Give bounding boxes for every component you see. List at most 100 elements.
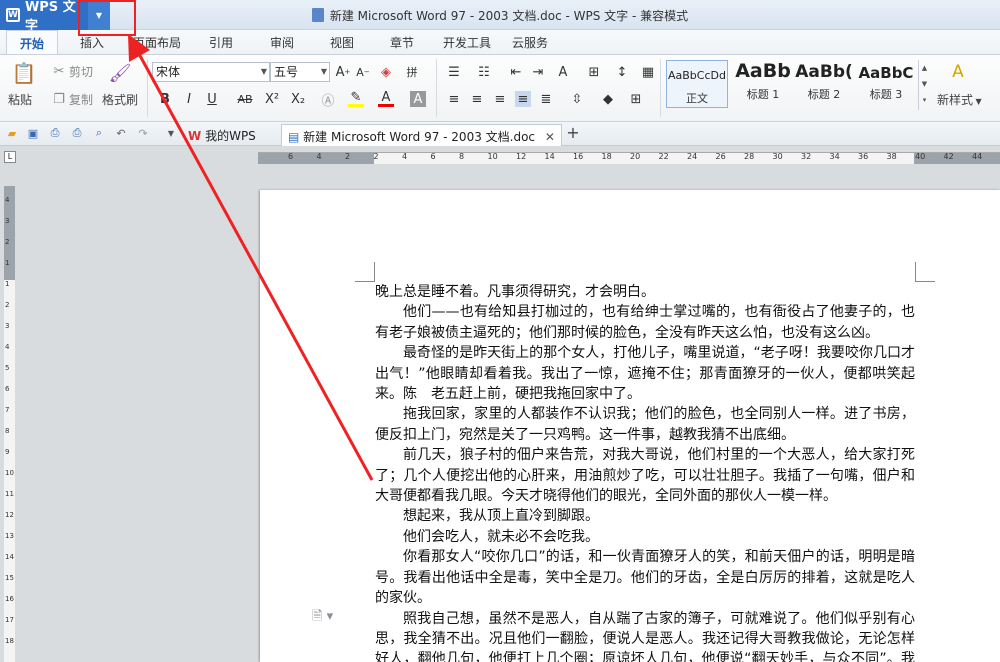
paste-icon[interactable]: 📋 xyxy=(12,61,37,85)
ruler-number: 13 xyxy=(5,532,14,540)
shrink-font-icon[interactable]: A − xyxy=(355,64,371,80)
chevron-down-icon: ▼ xyxy=(260,67,267,76)
pinyin-guide-icon[interactable]: 拼 xyxy=(404,64,420,80)
paragraph[interactable]: 你看那女人“咬你几口”的话，和一伙青面獠牙人的笑，和前天佃户的话，明明是暗号。我… xyxy=(375,547,915,608)
font-size-select[interactable]: 五号 ▼ xyxy=(270,62,330,82)
ruler-number: 18 xyxy=(601,152,612,161)
new-tab-icon[interactable]: + xyxy=(566,123,580,142)
window-title: 新建 Microsoft Word 97 - 2003 文档.doc - WPS… xyxy=(0,7,1000,24)
new-style-label: 新样式 xyxy=(937,93,974,107)
save-icon[interactable]: ▣ xyxy=(26,126,40,140)
redo-icon[interactable]: ↷ xyxy=(136,126,150,140)
more-icon[interactable]: ▾ xyxy=(919,92,930,108)
close-icon[interactable]: ✕ xyxy=(545,130,555,144)
shading-icon[interactable]: ◆ xyxy=(600,91,616,107)
tab-document[interactable]: ▤ 新建 Microsoft Word 97 - 2003 文档.doc ✕ xyxy=(281,124,562,146)
tab-stop-selector[interactable]: L xyxy=(4,151,16,163)
vertical-ruler[interactable]: 4 3 2 1 1 2 3 4 5 6 7 8 9 10 11 12 13 14 15 16 17 18 xyxy=(4,186,15,662)
tab-home[interactable]: 开始 xyxy=(6,30,59,55)
customize-qat-icon[interactable]: ▼ xyxy=(164,126,178,140)
strikethrough-icon[interactable]: AB xyxy=(234,91,256,107)
justify-icon[interactable]: ≡ xyxy=(515,91,531,107)
ruler-number: 15 xyxy=(5,574,14,582)
superscript-icon[interactable]: X² xyxy=(264,91,280,107)
asian-layout-icon[interactable]: A xyxy=(555,64,571,80)
font-color-icon[interactable]: A xyxy=(378,90,394,107)
horizontal-ruler[interactable]: 6 4 2 2 4 6 8 10 12 14 16 18 20 22 24 26 28 30 32 34 36 38 40 4… xyxy=(258,152,1000,164)
print-preview-icon[interactable]: ⌕ xyxy=(92,126,106,140)
paragraph-spacing-icon[interactable]: ⇳ xyxy=(569,91,585,107)
paragraph[interactable]: 前几天，狼子村的佃户来告荒，对我大哥说，他们村里的一个大恶人，给大家打死了；几个… xyxy=(375,445,915,506)
new-style-icon[interactable]: A xyxy=(947,61,969,83)
tab-page-layout[interactable]: 页面布局 xyxy=(133,34,181,51)
subscript-icon[interactable]: X₂ xyxy=(290,91,306,107)
increase-indent-icon[interactable]: ⇥ xyxy=(530,64,546,80)
tab-my-wps[interactable]: W 我的WPS xyxy=(182,124,262,146)
distribute-icon[interactable]: ≣ xyxy=(538,91,554,107)
style-normal[interactable]: AaBbCcDd 正文 xyxy=(666,60,728,108)
new-style-button[interactable]: 新样式 ▼ xyxy=(937,91,982,108)
line-spacing-icon[interactable]: ↕ xyxy=(614,64,630,80)
align-left-icon[interactable]: ≡ xyxy=(446,91,462,107)
style-heading-3[interactable]: AaBbC 标题 3 xyxy=(855,60,917,108)
tab-view[interactable]: 视图 xyxy=(330,34,354,51)
tab-developer[interactable]: 开发工具 xyxy=(443,34,491,51)
ruler-number: 44 xyxy=(972,152,983,161)
text-effect-icon[interactable]: Ⓐ xyxy=(320,91,336,109)
paragraph[interactable]: 他们——也有给知县打枷过的，也有给绅士掌过嘴的，也有衙役占了他妻子的，也有老子娘… xyxy=(375,302,915,343)
italic-icon[interactable]: I xyxy=(181,91,197,107)
format-painter-icon[interactable]: 🖌 xyxy=(108,61,132,85)
chevron-down-icon[interactable]: ▼ xyxy=(919,76,930,92)
paragraph[interactable]: 最奇怪的是昨天街上的那个女人，打他儿子，嘴里说道，“老子呀！我要咬你几口才出气！… xyxy=(375,343,915,404)
clear-format-icon[interactable]: ◈ xyxy=(378,64,394,80)
open-icon[interactable]: ▰ xyxy=(5,126,19,140)
ruler-number: 2 xyxy=(373,152,379,161)
style-gallery-scroll[interactable]: ▲ ▼ ▾ xyxy=(918,60,930,110)
align-center-icon[interactable]: ≡ xyxy=(469,91,485,107)
font-name-select[interactable]: 宋体 ▼ xyxy=(152,62,270,82)
copy-button[interactable]: 复制 xyxy=(69,91,93,108)
tab-cloud[interactable]: 云服务 xyxy=(512,34,548,51)
show-marks-icon[interactable]: ⊞ xyxy=(586,64,602,80)
style-name: 正文 xyxy=(686,92,708,105)
numbering-icon[interactable]: ☷ xyxy=(476,64,492,80)
tab-references[interactable]: 引用 xyxy=(209,34,233,51)
char-shading-icon[interactable]: A xyxy=(410,91,426,107)
paragraph[interactable]: 想起来，我从顶上直冷到脚跟。 xyxy=(375,506,915,526)
title-bar: W WPS 文字 ▼ 新建 Microsoft Word 97 - 2003 文… xyxy=(0,0,1000,34)
undo-icon[interactable]: ↶ xyxy=(114,126,128,140)
paragraph[interactable]: 照我自己想，虽然不是恶人，自从踹了古家的簿子，可就难说了。他们似乎别有心思，我全… xyxy=(375,609,915,662)
underline-icon[interactable]: U xyxy=(204,91,220,107)
table-icon[interactable]: ▦ xyxy=(640,64,656,80)
style-heading-2[interactable]: AaBb( 标题 2 xyxy=(794,60,854,108)
export-pdf-icon[interactable]: ⎙ xyxy=(48,126,62,140)
document-page[interactable]: 晚上总是睡不着。凡事须得研究，才会明白。 他们——也有给知县打枷过的，也有给绅士掌… xyxy=(260,190,1000,662)
tab-insert[interactable]: 插入 xyxy=(80,34,104,51)
ruler-number: 24 xyxy=(687,152,698,161)
document-body[interactable]: 晚上总是睡不着。凡事须得研究，才会明白。 他们——也有给知县打枷过的，也有给绅士掌… xyxy=(375,282,915,662)
style-heading-1[interactable]: AaBb 标题 1 xyxy=(732,60,794,108)
ruler-number: 6 xyxy=(5,385,10,393)
grow-font-icon[interactable]: A + xyxy=(335,64,351,80)
borders-icon[interactable]: ⊞ xyxy=(628,91,644,107)
decrease-indent-icon[interactable]: ⇤ xyxy=(508,64,524,80)
ruler-number: 2 xyxy=(345,152,351,161)
format-painter-button[interactable]: 格式刷 xyxy=(102,91,138,108)
cut-button[interactable]: 剪切 xyxy=(69,63,93,80)
ruler-number: 2 xyxy=(5,238,10,246)
bullets-icon[interactable]: ☰ xyxy=(446,64,462,80)
paragraph[interactable]: 拖我回家，家里的人都装作不认识我；他们的脸色，也全同别人一样。进了书房，便反扣上… xyxy=(375,404,915,445)
paste-button[interactable]: 粘贴 xyxy=(8,91,32,108)
align-right-icon[interactable]: ≡ xyxy=(492,91,508,107)
paragraph[interactable]: 他们会吃人，就未必不会吃我。 xyxy=(375,527,915,547)
highlight-icon[interactable]: ✎ xyxy=(348,90,364,107)
paragraph-layout-icon[interactable]: 🗎 ▾ xyxy=(312,607,333,629)
ruler-number: 4 xyxy=(316,152,322,161)
ruler-number: 16 xyxy=(573,152,584,161)
print-icon[interactable]: ⎙ xyxy=(70,126,84,140)
bold-icon[interactable]: B xyxy=(157,91,173,107)
paragraph[interactable]: 晚上总是睡不着。凡事须得研究，才会明白。 xyxy=(375,282,915,302)
tab-review[interactable]: 审阅 xyxy=(270,34,294,51)
tab-chapter[interactable]: 章节 xyxy=(390,34,414,51)
chevron-up-icon[interactable]: ▲ xyxy=(919,60,930,76)
